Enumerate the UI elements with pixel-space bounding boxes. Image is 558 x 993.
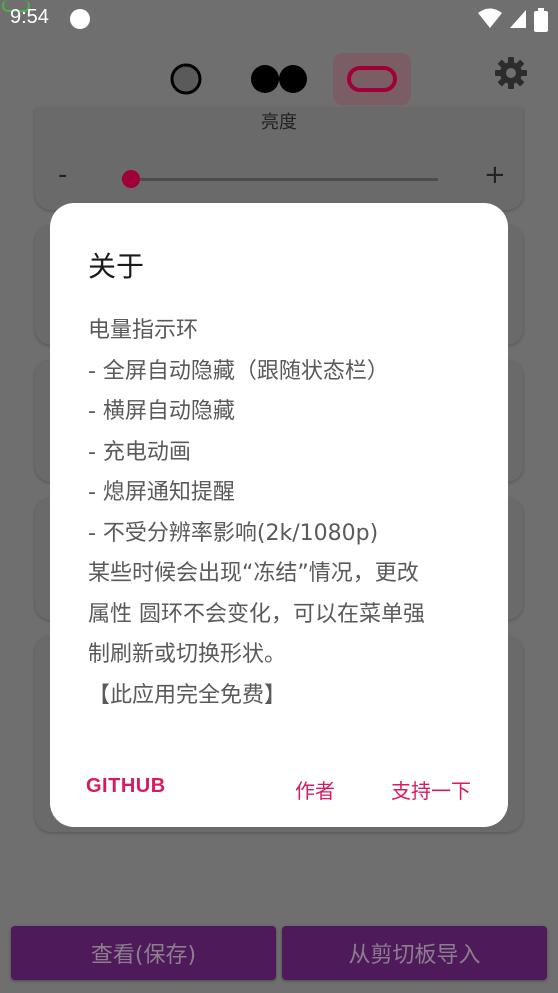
status-icons <box>478 8 548 32</box>
status-bar: 9:54 <box>0 0 558 38</box>
gear-icon <box>495 57 527 89</box>
dialog-line: - 全屏自动隐藏（跟随状态栏） <box>88 358 389 384</box>
github-button[interactable]: GITHUB <box>86 775 166 798</box>
battery-icon <box>534 8 548 32</box>
dialog-title: 关于 <box>88 250 145 283</box>
dialog-line: - 横屏自动隐藏 <box>88 399 235 424</box>
dialog-line: - 熄屏通知提醒 <box>88 480 235 505</box>
dialog-body: 电量指示环 - 全屏自动隐藏（跟随状态栏） - 横屏自动隐藏 - 充电动画 - … <box>88 311 478 716</box>
dialog-line: - 不受分辨率影响(2k/1080p) <box>88 520 379 546</box>
pill-shape-icon <box>347 66 397 92</box>
view-save-button[interactable]: 查看(保存) <box>11 926 276 980</box>
dialog-line: 某些时候会出现“冻结”情况，更改 <box>88 561 419 586</box>
pill-shape-button[interactable] <box>333 53 411 105</box>
support-button[interactable]: 支持一下 <box>391 775 471 804</box>
signal-icon <box>510 10 526 28</box>
brightness-increase-button[interactable]: + <box>484 160 506 190</box>
brightness-decrease-button[interactable]: - <box>58 160 67 190</box>
dialog-line: 【此应用完全免费】 <box>88 682 287 708</box>
wifi-icon <box>478 8 502 28</box>
brightness-slider-track[interactable] <box>122 178 438 181</box>
brightness-label: 亮度 <box>261 112 297 133</box>
dialog-line: 制刷新或切换形状。 <box>88 642 287 667</box>
dialog-line: 属性 圆环不会变化，可以在菜单强 <box>88 601 425 627</box>
two-circles-shape-icon <box>251 65 307 93</box>
dialog-line: - 充电动画 <box>88 439 191 465</box>
notification-dot-icon <box>70 9 90 29</box>
toolbar <box>0 38 558 118</box>
import-clipboard-button[interactable]: 从剪切板导入 <box>282 926 547 980</box>
about-dialog: 关于 电量指示环 - 全屏自动隐藏（跟随状态栏） - 横屏自动隐藏 - 充电动画… <box>50 203 508 827</box>
status-time: 9:54 <box>10 6 49 28</box>
author-button[interactable]: 作者 <box>295 775 335 804</box>
circle-shape-button[interactable] <box>160 53 212 105</box>
two-circles-shape-button[interactable] <box>244 53 314 105</box>
circle-shape-icon <box>170 63 202 95</box>
dialog-line: 电量指示环 <box>88 318 199 343</box>
settings-button[interactable] <box>494 56 528 94</box>
